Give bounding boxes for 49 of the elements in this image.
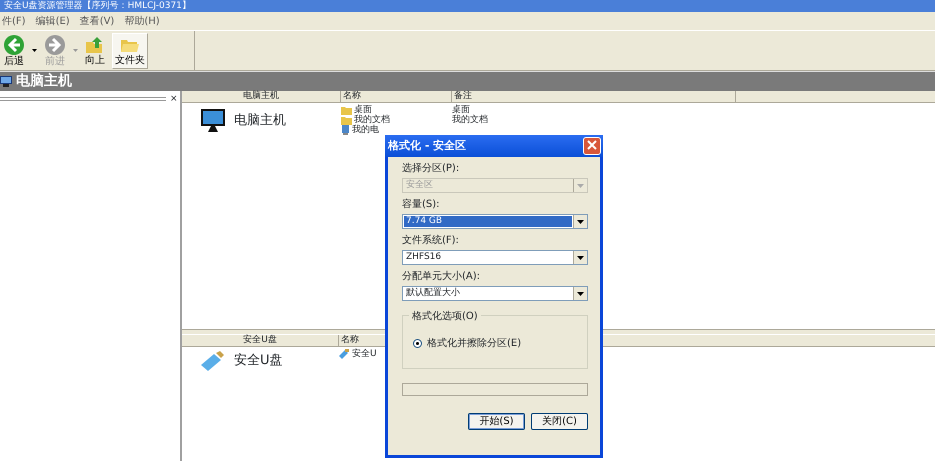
usb-drive-icon xyxy=(339,349,350,359)
usb-drive-label[interactable]: 安全U盘 xyxy=(234,351,283,371)
folder-icon xyxy=(341,116,352,124)
note-cell: 我的文档 xyxy=(452,115,488,125)
radio-label[interactable]: 格式化并擦除分区(E) xyxy=(427,336,522,351)
close-button[interactable]: × xyxy=(170,94,180,104)
dropdown-field[interactable]: 7.74 GB xyxy=(402,214,588,229)
menu-item[interactable]: 查看(V) xyxy=(80,14,114,28)
toolbar-button[interactable]: 文件夹 xyxy=(112,32,148,68)
field-label: 文件系统(F): xyxy=(402,235,460,247)
menu-item[interactable]: 帮助(H) xyxy=(124,14,160,28)
column-header[interactable]: 电脑主机 xyxy=(182,91,341,102)
column-header[interactable]: 安全U盘 xyxy=(182,335,339,346)
window-title: 安全U盘资源管理器【序列号：HMLCJ-0371】 xyxy=(0,0,935,12)
computer-icon xyxy=(341,125,350,135)
list-item[interactable]: 安全U xyxy=(339,349,450,359)
field-label: 选择分区(P): xyxy=(402,163,460,175)
list-item[interactable]: 桌面 xyxy=(341,105,452,115)
close-button[interactable] xyxy=(583,137,601,155)
dialog-title: 格式化 - 安全区 xyxy=(388,138,466,154)
monitor-icon xyxy=(200,108,226,134)
close-icon xyxy=(587,140,597,150)
computer-label[interactable]: 电脑主机 xyxy=(234,111,286,131)
dropdown-field[interactable]: ZHFS16 xyxy=(402,250,588,265)
caret-icon[interactable] xyxy=(577,256,584,260)
toolbar-button[interactable]: 向上 xyxy=(82,32,108,68)
usb-drive-icon xyxy=(200,351,226,371)
back-icon xyxy=(3,34,25,56)
field-label: 容量(S): xyxy=(402,199,441,211)
field-label: 分配单元大小(A): xyxy=(402,271,482,283)
dialog-button[interactable]: 开始(S) xyxy=(468,413,525,430)
caret-icon[interactable] xyxy=(577,292,584,296)
location-title: 电脑主机 xyxy=(16,72,72,91)
forward-icon xyxy=(44,34,66,56)
toolbar-button[interactable]: 后退 xyxy=(0,32,28,68)
up-folder-icon xyxy=(85,35,105,55)
computer-icon xyxy=(0,76,12,87)
folder-icon xyxy=(341,106,352,114)
note-cell: 桌面 xyxy=(452,105,470,115)
dialog-button[interactable]: 关闭(C) xyxy=(531,413,588,430)
menu-item[interactable]: 件(F) xyxy=(2,14,26,28)
menu-item[interactable]: 编辑(E) xyxy=(36,14,70,28)
list-item[interactable]: 我的电 xyxy=(341,125,452,135)
caret-icon[interactable] xyxy=(577,220,584,224)
radio-button[interactable] xyxy=(413,339,422,348)
column-header[interactable]: 名称 xyxy=(341,91,452,102)
list-item[interactable]: 我的文档 xyxy=(341,115,452,125)
dropdown-caret-icon[interactable] xyxy=(32,49,37,52)
dropdown-field[interactable]: 默认配置大小 xyxy=(402,286,588,301)
